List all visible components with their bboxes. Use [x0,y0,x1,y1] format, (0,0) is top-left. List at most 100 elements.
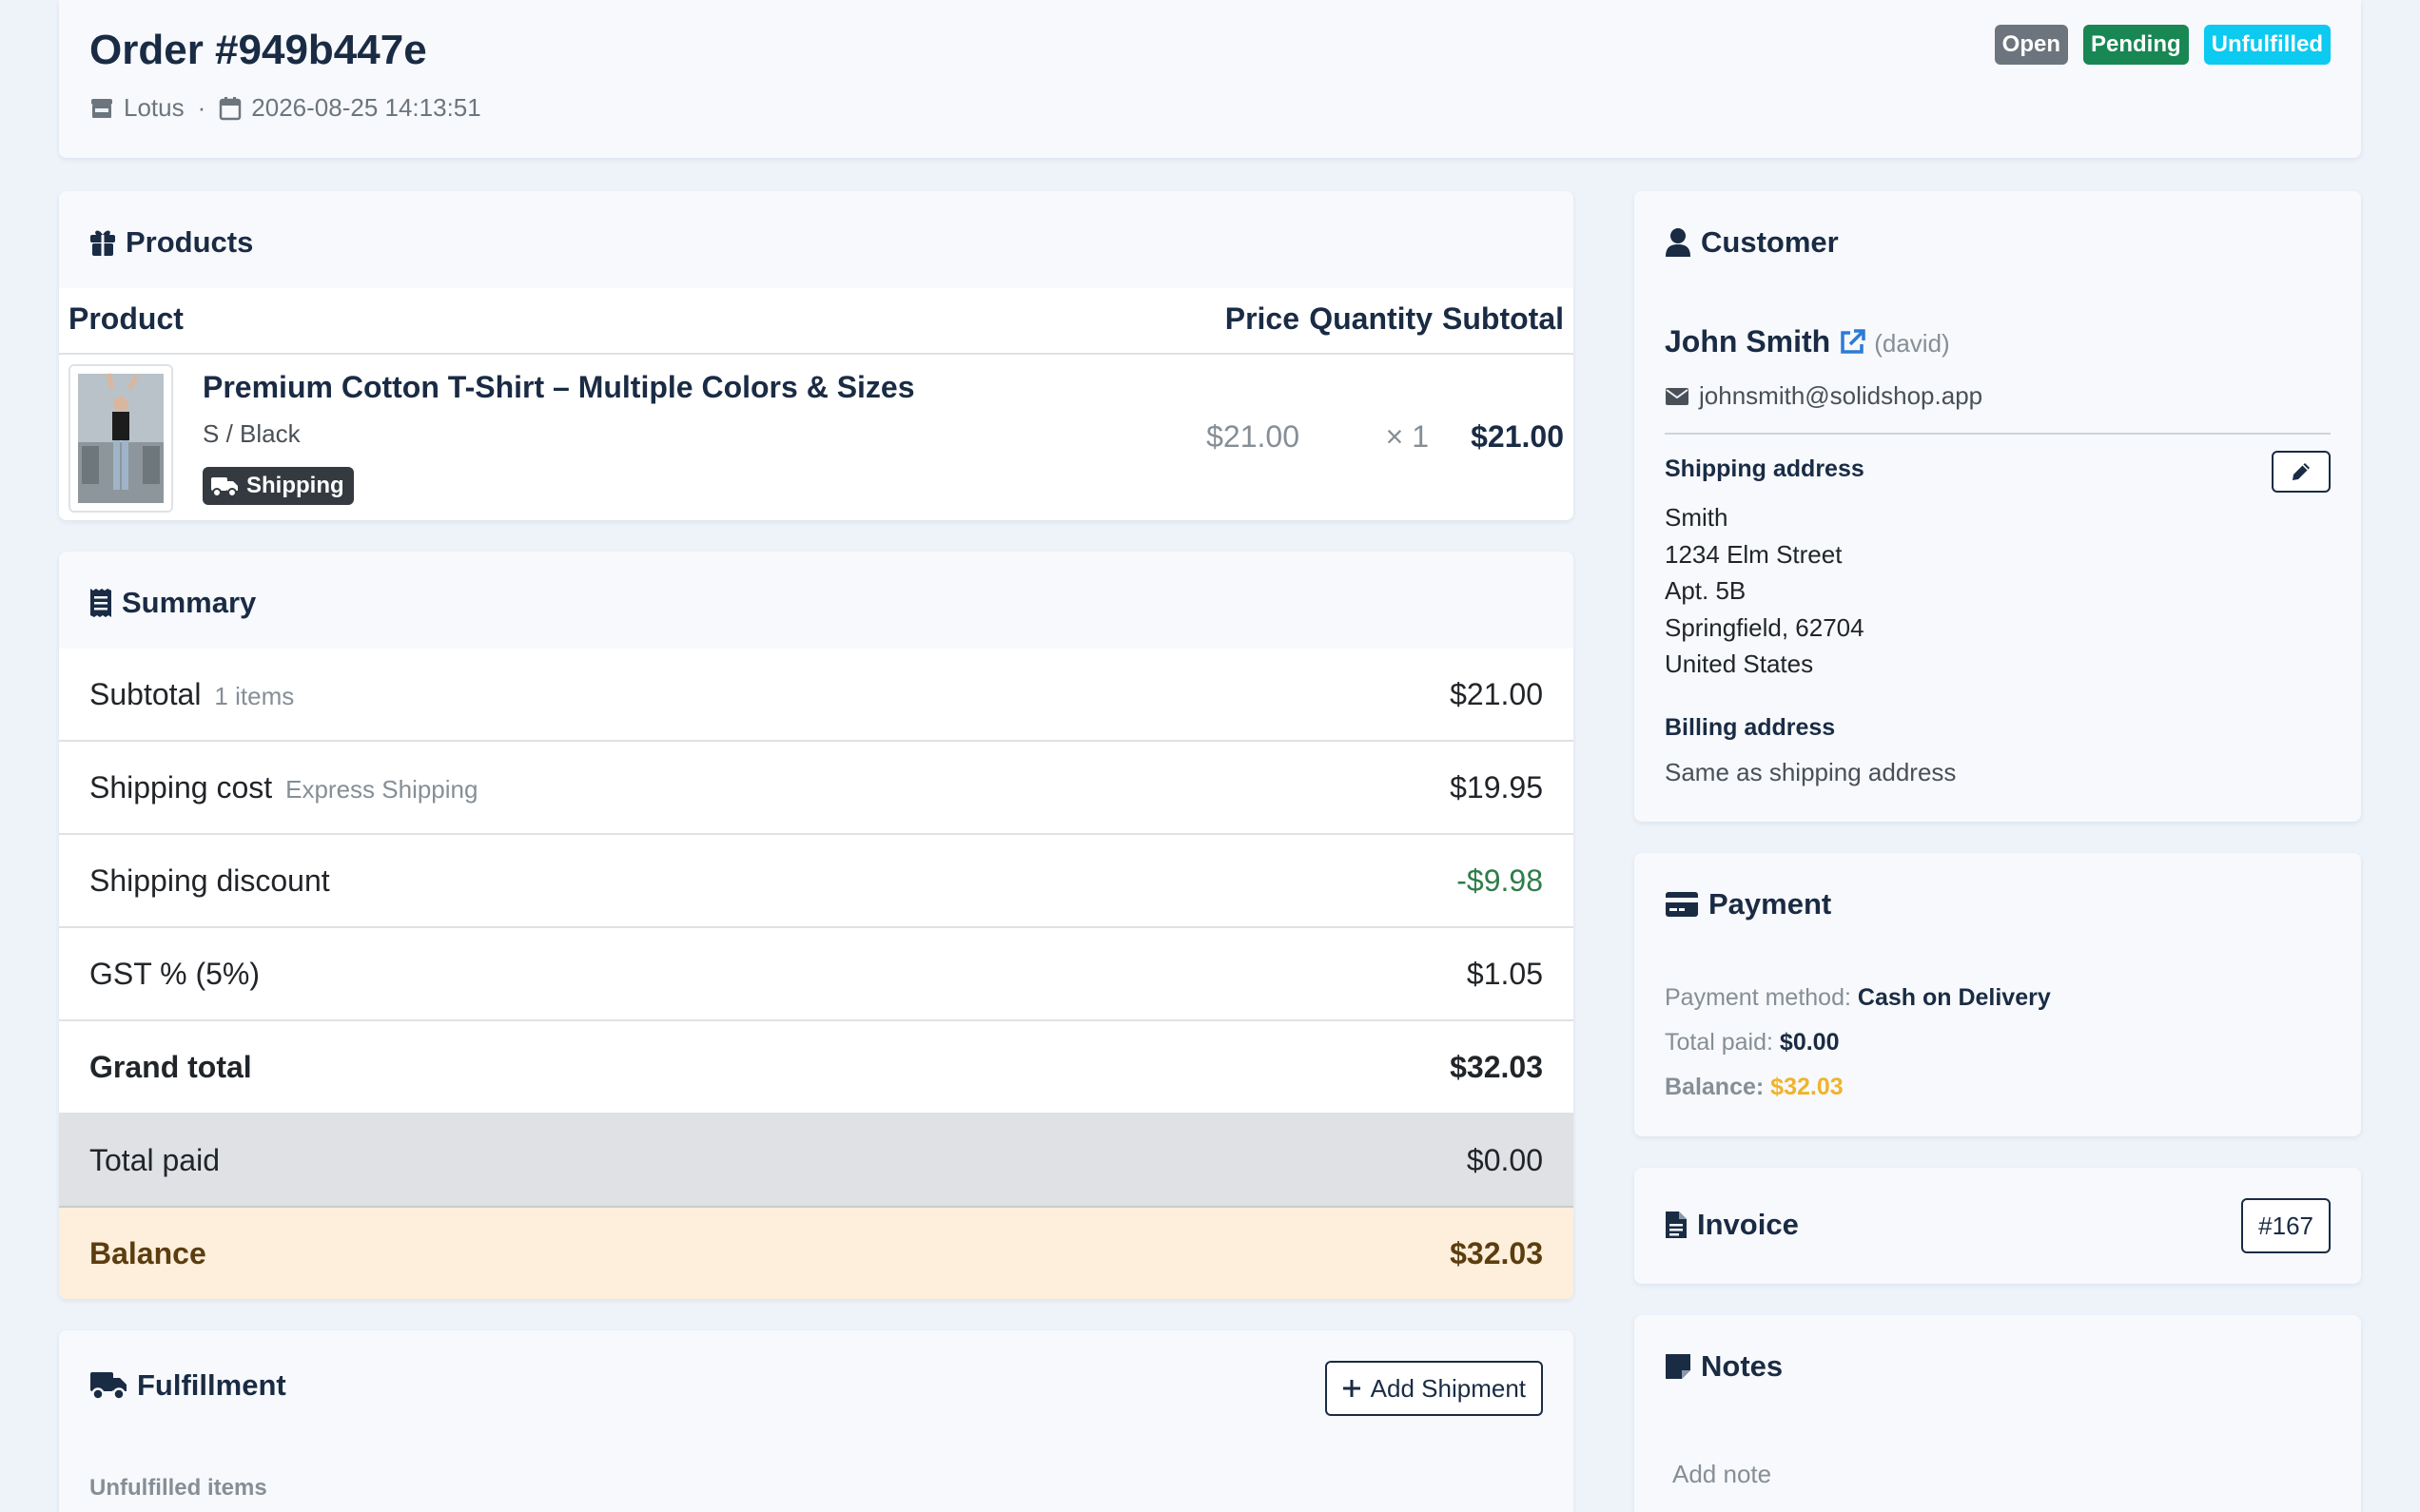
summary-label: Subtotal [89,677,202,711]
payment-balance-value: $32.03 [1770,1074,1844,1100]
fulfillment-title: Fulfillment [137,1368,286,1402]
envelope-icon [1665,387,1689,406]
summary-label: Balance [89,1236,206,1270]
shipping-tag: Shipping [203,467,354,505]
summary-value: $0.00 [1466,1143,1543,1177]
add-shipment-label: Add Shipment [1370,1373,1526,1403]
status-badges: Open Pending Unfulfilled [1994,25,2331,65]
summary-label: GST % (5%) [89,957,260,991]
invoice-title: Invoice [1697,1208,1799,1241]
order-datetime: 2026-08-25 14:13:51 [251,93,481,122]
payment-method-value: Cash on Delivery [1857,984,2051,1011]
summary-row-tax: GST % (5%) $1.05 [59,928,1573,1021]
invoice-card: Invoice #167 [1634,1168,2361,1284]
notes-title: Notes [1701,1349,1784,1383]
customer-heading: Customer [1665,225,1839,260]
customer-name: John Smith [1665,324,1831,359]
payment-paid-label: Total paid: [1665,1029,1773,1056]
payment-title: Payment [1708,887,1832,921]
col-product: Product [68,301,184,336]
shipping-address-heading: Shipping address [1665,456,1864,482]
payment-paid-value: $0.00 [1779,1029,1840,1056]
summary-row-balance: Balance $32.03 [59,1208,1573,1299]
customer-email-row: johnsmith@solidshop.app [1665,381,1982,411]
product-subtotal: $21.00 [1471,419,1564,454]
payment-balance-row: Balance: $32.03 [1665,1074,1844,1101]
shipping-address: Smith 1234 Elm Street Apt. 5B Springfiel… [1665,499,1864,683]
receipt-icon [89,588,112,618]
pencil-icon [2290,460,2313,483]
edit-address-button[interactable] [2272,451,2331,493]
order-title: Order #949b447e [89,27,427,73]
col-price: Price [1224,301,1299,336]
address-line: Springfield, 62704 [1665,612,1864,642]
status-badge-fulfillment: Unfulfilled [2203,25,2331,65]
summary-label: Shipping cost [89,770,273,804]
summary-value: $32.03 [1450,1050,1543,1084]
customer-title: Customer [1701,225,1839,259]
order-meta: Lotus · 2026-08-25 14:13:51 [89,93,481,123]
summary-value: $21.00 [1450,677,1543,711]
add-note-input[interactable]: Add note [1672,1460,1771,1489]
fulfillment-card: Fulfillment Add Shipment Unfulfilled ite… [59,1330,1573,1512]
external-link-icon[interactable] [1838,328,1866,357]
product-name[interactable]: Premium Cotton T-Shirt – Multiple Colors… [203,370,915,405]
user-icon [1665,227,1691,258]
order-header: Order #949b447e Lotus · 2026-08-25 14:13… [59,0,2361,158]
summary-value: $19.95 [1450,770,1543,804]
product-price: $21.00 [1206,419,1299,454]
product-quantity: × 1 [1385,419,1429,454]
payment-balance-label: Balance: [1665,1074,1765,1100]
summary-value: -$9.98 [1456,863,1543,898]
payment-method-label: Payment method: [1665,984,1851,1011]
address-line: 1234 Elm Street [1665,539,1843,569]
invoice-number: #167 [2258,1211,2313,1240]
summary-label: Shipping discount [89,863,330,898]
sticky-note-icon [1665,1353,1691,1380]
unfulfilled-items-label: Unfulfilled items [89,1475,267,1501]
summary-label: Grand total [89,1050,252,1084]
status-badge-open: Open [1994,25,2068,65]
summary-heading: Summary [89,586,256,620]
summary-hint: Express Shipping [285,775,478,804]
products-heading: Products [89,225,253,260]
payment-card: Payment Payment method: Cash on Delivery… [1634,853,2361,1136]
billing-address-text: Same as shipping address [1665,758,1957,786]
add-shipment-button[interactable]: Add Shipment [1324,1361,1543,1416]
credit-card-icon [1665,891,1699,918]
notes-card: Notes Add note [1634,1315,2361,1512]
product-thumbnail[interactable] [68,364,173,513]
payment-paid-row: Total paid: $0.00 [1665,1029,1839,1056]
address-line: Smith [1665,503,1728,532]
customer-username: (david) [1874,329,1950,358]
plus-icon [1342,1379,1361,1398]
calendar-icon [219,96,242,121]
summary-title: Summary [122,586,257,619]
payment-method-row: Payment method: Cash on Delivery [1665,984,2051,1012]
product-variant: S / Black [203,419,301,448]
store-name: Lotus [124,93,185,122]
status-badge-payment: Pending [2083,25,2189,65]
summary-row-grand-total: Grand total $32.03 [59,1021,1573,1115]
summary-hint: 1 items [214,682,295,710]
address-line: Apt. 5B [1665,576,1747,605]
summary-label: Total paid [89,1143,220,1177]
summary-row-shipping-cost: Shipping cost Express Shipping $19.95 [59,742,1573,835]
billing-address-heading: Billing address [1665,714,1836,741]
store-icon [89,96,114,121]
customer-divider [1665,433,2331,435]
meta-separator: · [197,93,206,122]
summary-row-shipping-discount: Shipping discount -$9.98 [59,835,1573,928]
notes-heading: Notes [1665,1349,1783,1384]
invoice-number-button[interactable]: #167 [2241,1198,2331,1253]
shipping-tag-label: Shipping [246,473,344,498]
customer-email[interactable]: johnsmith@solidshop.app [1699,381,1982,411]
summary-card: Summary Subtotal 1 items $21.00 Shipping … [59,552,1573,1299]
summary-row-subtotal: Subtotal 1 items $21.00 [59,649,1573,742]
products-card: Products Product Price Quantity Subtotal… [59,191,1573,520]
customer-card: Customer John Smith (david) johnsmith@so… [1634,191,2361,822]
table-divider [59,353,1573,355]
summary-value: $32.03 [1450,1236,1543,1270]
address-line: United States [1665,649,1814,678]
truck-icon [89,1370,127,1401]
